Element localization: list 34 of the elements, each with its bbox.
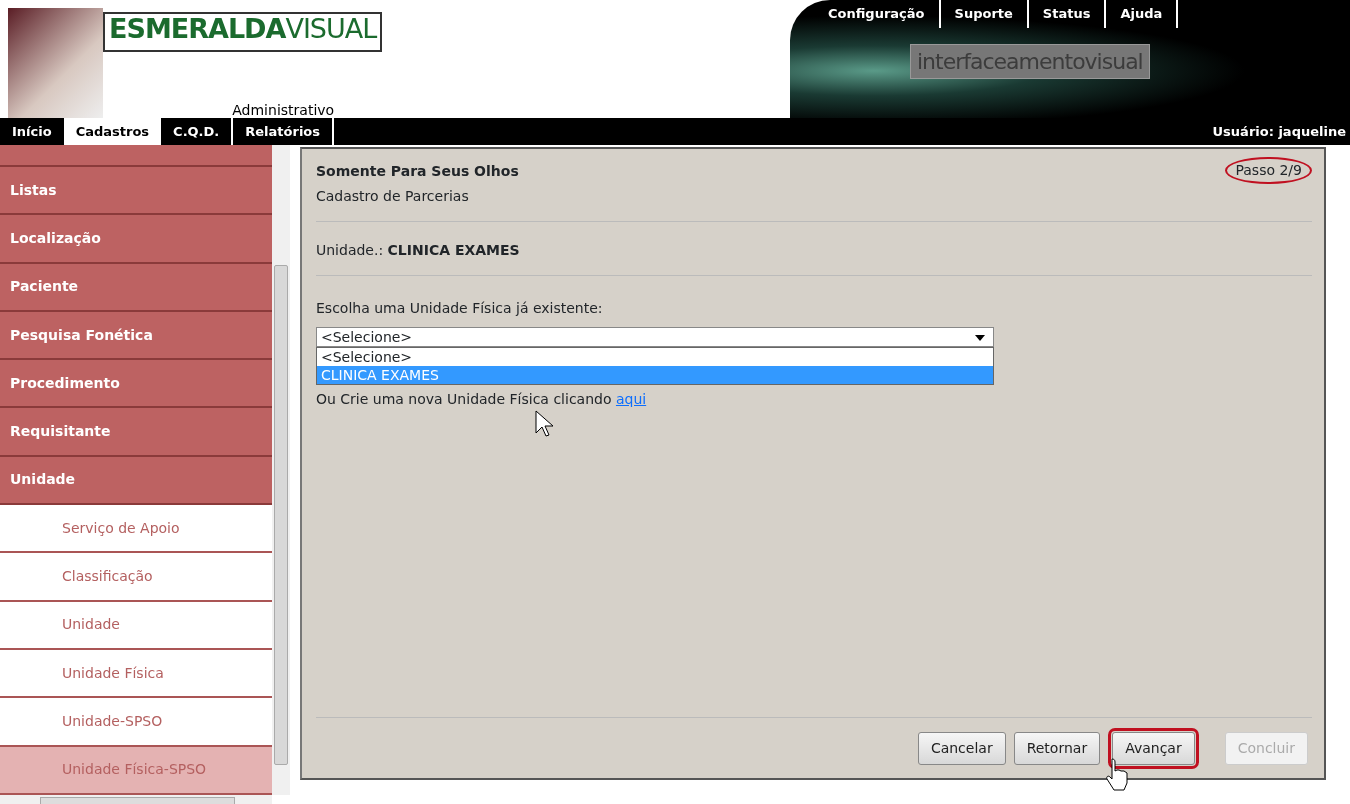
unit-label: Unidade.: CLINICA EXAMES	[316, 241, 521, 260]
vertical-scrollbar[interactable]	[272, 145, 290, 795]
panel-subtitle: Cadastro de Parcerias	[316, 187, 470, 206]
caret-icon	[975, 335, 985, 341]
top-link[interactable]: Ajuda	[1106, 0, 1179, 28]
dropdown-option[interactable]: CLINICA EXAMES	[317, 366, 993, 384]
wizard-button[interactable]: Retornar	[1013, 731, 1101, 765]
nav-tab[interactable]: Cadastros	[63, 118, 162, 145]
sidebar-item[interactable]: Pesquisa Fonética	[0, 311, 272, 361]
nav-tab[interactable]: Início	[0, 118, 64, 145]
create-text-label: Ou Crie uma nova Unidade Física clicando	[316, 391, 613, 407]
top-link[interactable]: Status	[1028, 0, 1107, 28]
sidebar-item[interactable]: Procedimento	[0, 360, 272, 409]
sidebar-item[interactable]: Listas	[0, 167, 272, 216]
step-indicator: Passo 2/9	[1225, 157, 1312, 184]
sidebar-item[interactable]: Unidade Física-SPSO	[0, 746, 272, 795]
panel-title: Somente Para Seus Olhos	[316, 162, 519, 181]
sidebar-item[interactable]: Localização	[0, 215, 272, 264]
create-link[interactable]: aqui	[615, 391, 647, 407]
top-link[interactable]: Suporte	[940, 0, 1029, 28]
dropdown-option[interactable]: <Selecione>	[317, 348, 993, 366]
choose-label: Escolha uma Unidade Física já existente:	[316, 299, 604, 318]
sidebar-item[interactable]: Requisitante	[0, 408, 272, 457]
arrow-cursor-icon	[535, 410, 555, 438]
hand-cursor-icon	[1105, 758, 1131, 792]
logo: ESMERALDAVISUAL	[103, 12, 383, 52]
sidebar-item[interactable]	[0, 145, 272, 167]
sidebar-item[interactable]: Paciente	[0, 263, 272, 312]
sidebar-item[interactable]: Unidade	[0, 456, 272, 506]
top-link[interactable]: Configuração	[814, 0, 941, 28]
banner-logo: interfaceamentovisual	[910, 43, 1150, 79]
wizard-button[interactable]: Cancelar	[917, 731, 1006, 765]
user-name: Usuário: jaqueline	[1212, 122, 1346, 141]
module-name: Administrativo	[232, 102, 335, 118]
